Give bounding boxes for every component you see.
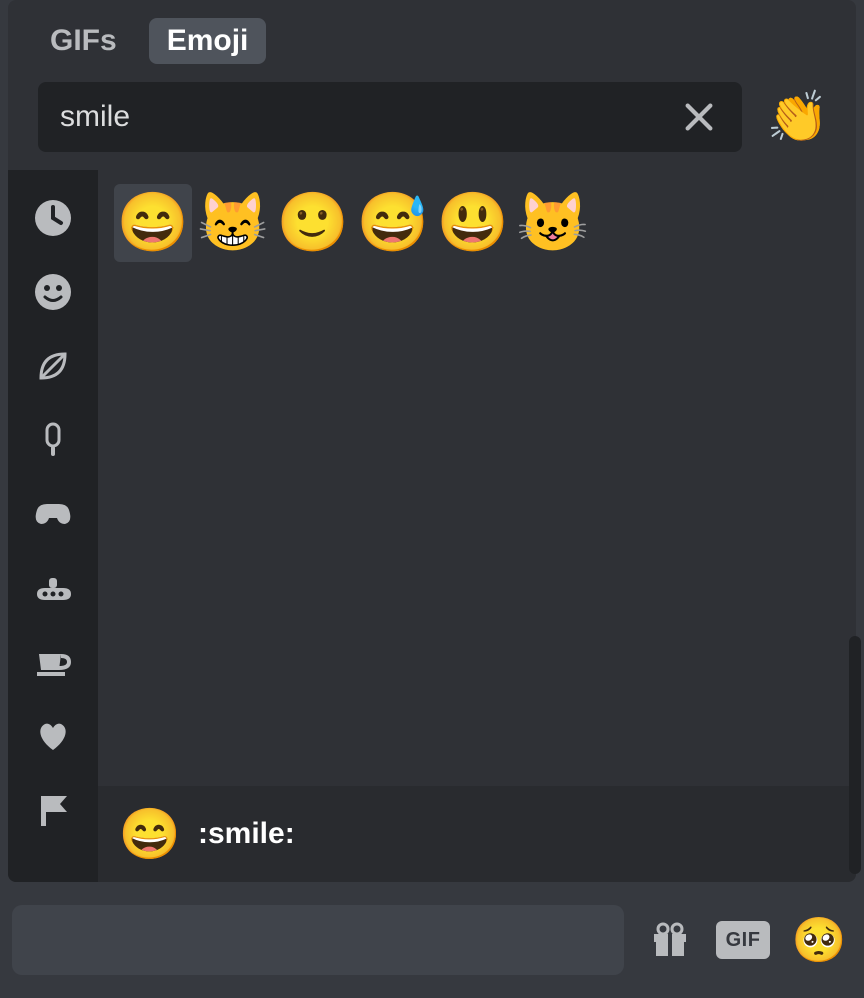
emoji-result[interactable]: 😃 [434, 184, 512, 262]
emoji-grid: 😄😸🙂😅😃😺 [98, 170, 856, 786]
scrollbar-thumb[interactable] [849, 636, 861, 874]
leaf-icon [33, 346, 73, 386]
emoji-result[interactable]: 😸 [194, 184, 272, 262]
clock-icon [33, 198, 73, 238]
category-smileys[interactable] [31, 270, 75, 314]
gamepad-icon [31, 494, 75, 534]
preview-emoji: 😄 [122, 806, 178, 862]
gif-button[interactable]: GIF [716, 921, 770, 959]
emoji-picker-toggle[interactable]: 🥺 [794, 915, 844, 965]
category-travel[interactable] [31, 566, 75, 610]
category-objects[interactable] [31, 640, 75, 684]
skin-tone-button[interactable]: 👏 [770, 89, 826, 145]
cup-icon [33, 642, 73, 682]
chat-input-bar: GIF 🥺 [0, 882, 864, 998]
category-symbols[interactable] [31, 714, 75, 758]
preview-name: :smile: [198, 817, 295, 851]
emoji-result[interactable]: 🙂 [274, 184, 352, 262]
heart-icon [33, 716, 73, 756]
smiley-icon [33, 272, 73, 312]
picker-header: GIFs Emoji 👏 [8, 0, 856, 170]
emoji-result[interactable]: 😅 [354, 184, 432, 262]
gift-button[interactable] [648, 918, 692, 962]
search-input[interactable] [60, 100, 678, 134]
category-rail [8, 170, 98, 882]
search-input-wrap [38, 82, 742, 152]
clear-search-button[interactable] [678, 96, 720, 138]
category-nature[interactable] [31, 344, 75, 388]
close-icon [682, 100, 716, 134]
tab-emoji[interactable]: Emoji [149, 18, 267, 64]
flag-icon [33, 790, 73, 830]
popsicle-icon [33, 420, 73, 460]
search-row: 👏 [38, 82, 826, 152]
emoji-result[interactable]: 😺 [514, 184, 592, 262]
submarine-icon [31, 568, 75, 608]
category-activities[interactable] [31, 492, 75, 536]
category-food[interactable] [31, 418, 75, 462]
category-flags[interactable] [31, 788, 75, 832]
tabs-row: GIFs Emoji [38, 18, 826, 64]
tab-gifs[interactable]: GIFs [38, 18, 135, 64]
results-area: 😄😸🙂😅😃😺 😄 :smile: [98, 170, 856, 882]
picker-body: 😄😸🙂😅😃😺 😄 :smile: [8, 170, 856, 882]
preview-bar: 😄 :smile: [98, 786, 856, 882]
emoji-picker-panel: GIFs Emoji 👏 [8, 0, 856, 882]
category-recent[interactable] [31, 196, 75, 240]
emoji-result[interactable]: 😄 [114, 184, 192, 262]
gift-icon [648, 918, 692, 962]
message-input[interactable] [12, 905, 624, 975]
